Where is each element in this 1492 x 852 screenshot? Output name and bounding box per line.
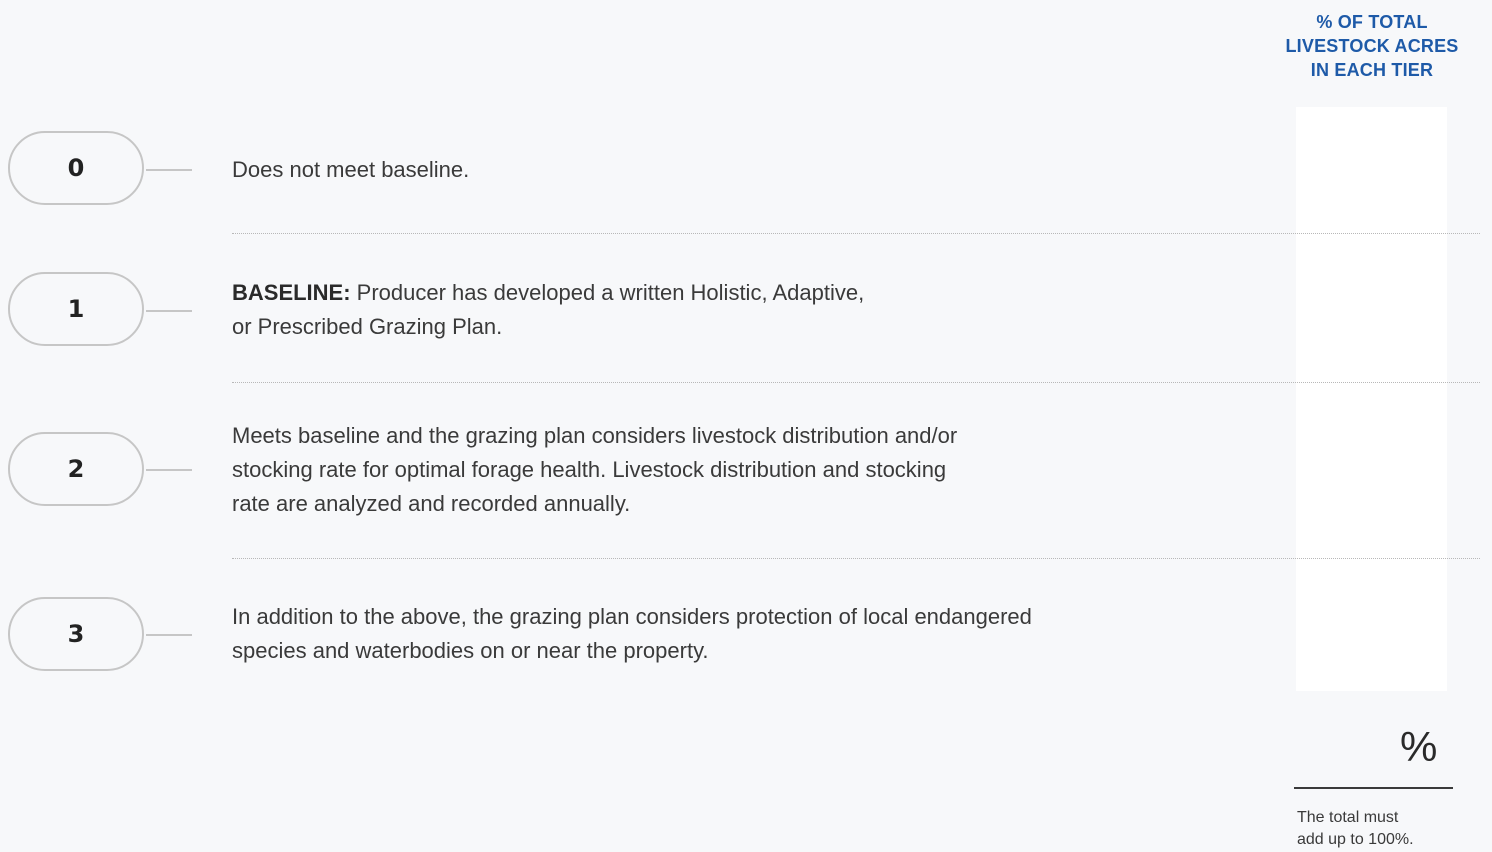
tier-divider-1: [232, 233, 1480, 234]
tier-0-badge: 0: [8, 131, 144, 205]
column-header-line-2: LIVESTOCK ACRES: [1285, 36, 1459, 56]
total-note-line-2: add up to 100%.: [1297, 831, 1414, 848]
tier-1-line-2: or Prescribed Grazing Plan.: [232, 314, 503, 339]
tier-3-percentage-input[interactable]: [1296, 614, 1451, 656]
total-note-line-1: The total must: [1297, 809, 1399, 826]
tier-2-percentage-input[interactable]: [1296, 449, 1451, 491]
tier-3-number: 3: [67, 620, 85, 648]
percentage-input-column: [1296, 107, 1451, 691]
tier-2-number: 2: [67, 455, 85, 483]
tier-3-line-2: species and waterbodies on or near the p…: [232, 638, 709, 663]
tier-0-connector: [146, 169, 192, 171]
tier-divider-2: [232, 382, 1480, 383]
tier-0-number: 0: [67, 154, 85, 182]
column-header-line-1: % OF TOTAL: [1316, 12, 1428, 32]
tier-1-line-1-text: Producer has developed a written Holisti…: [350, 280, 865, 305]
total-note: The total must add up to 100%.: [1297, 807, 1487, 851]
tier-1-connector: [146, 310, 192, 312]
tier-2-line-1: Meets baseline and the grazing plan cons…: [232, 423, 958, 448]
tier-1-description: BASELINE: Producer has developed a writt…: [232, 276, 864, 344]
total-underline: [1294, 787, 1453, 789]
tier-2-badge: 2: [8, 432, 144, 506]
column-header: % OF TOTAL LIVESTOCK ACRES IN EACH TIER: [1254, 10, 1490, 82]
tier-2-connector: [146, 469, 192, 471]
total-percent-symbol: %: [1400, 723, 1438, 770]
tier-2-line-3: rate are analyzed and recorded annually.: [232, 491, 631, 516]
tier-0-text: Does not meet baseline.: [232, 157, 470, 182]
tier-1-line-1: BASELINE: Producer has developed a writt…: [232, 276, 864, 310]
tier-3-badge: 3: [8, 597, 144, 671]
tier-0-description: Does not meet baseline.: [232, 153, 469, 187]
tier-3-connector: [146, 634, 192, 636]
tier-1-badge: 1: [8, 272, 144, 346]
column-header-line-3: IN EACH TIER: [1310, 60, 1434, 80]
tier-3-line-1: In addition to the above, the grazing pl…: [232, 604, 1032, 629]
tier-divider-3: [232, 558, 1480, 559]
tier-1-lead: BASELINE:: [232, 280, 351, 305]
tier-1-percentage-input[interactable]: [1296, 289, 1451, 331]
tier-1-number: 1: [67, 295, 85, 323]
tier-3-description: In addition to the above, the grazing pl…: [232, 600, 1032, 668]
tier-0-percentage-input[interactable]: [1296, 147, 1451, 189]
tier-2-description: Meets baseline and the grazing plan cons…: [232, 419, 957, 521]
tier-2-line-2: stocking rate for optimal forage health.…: [232, 457, 947, 482]
